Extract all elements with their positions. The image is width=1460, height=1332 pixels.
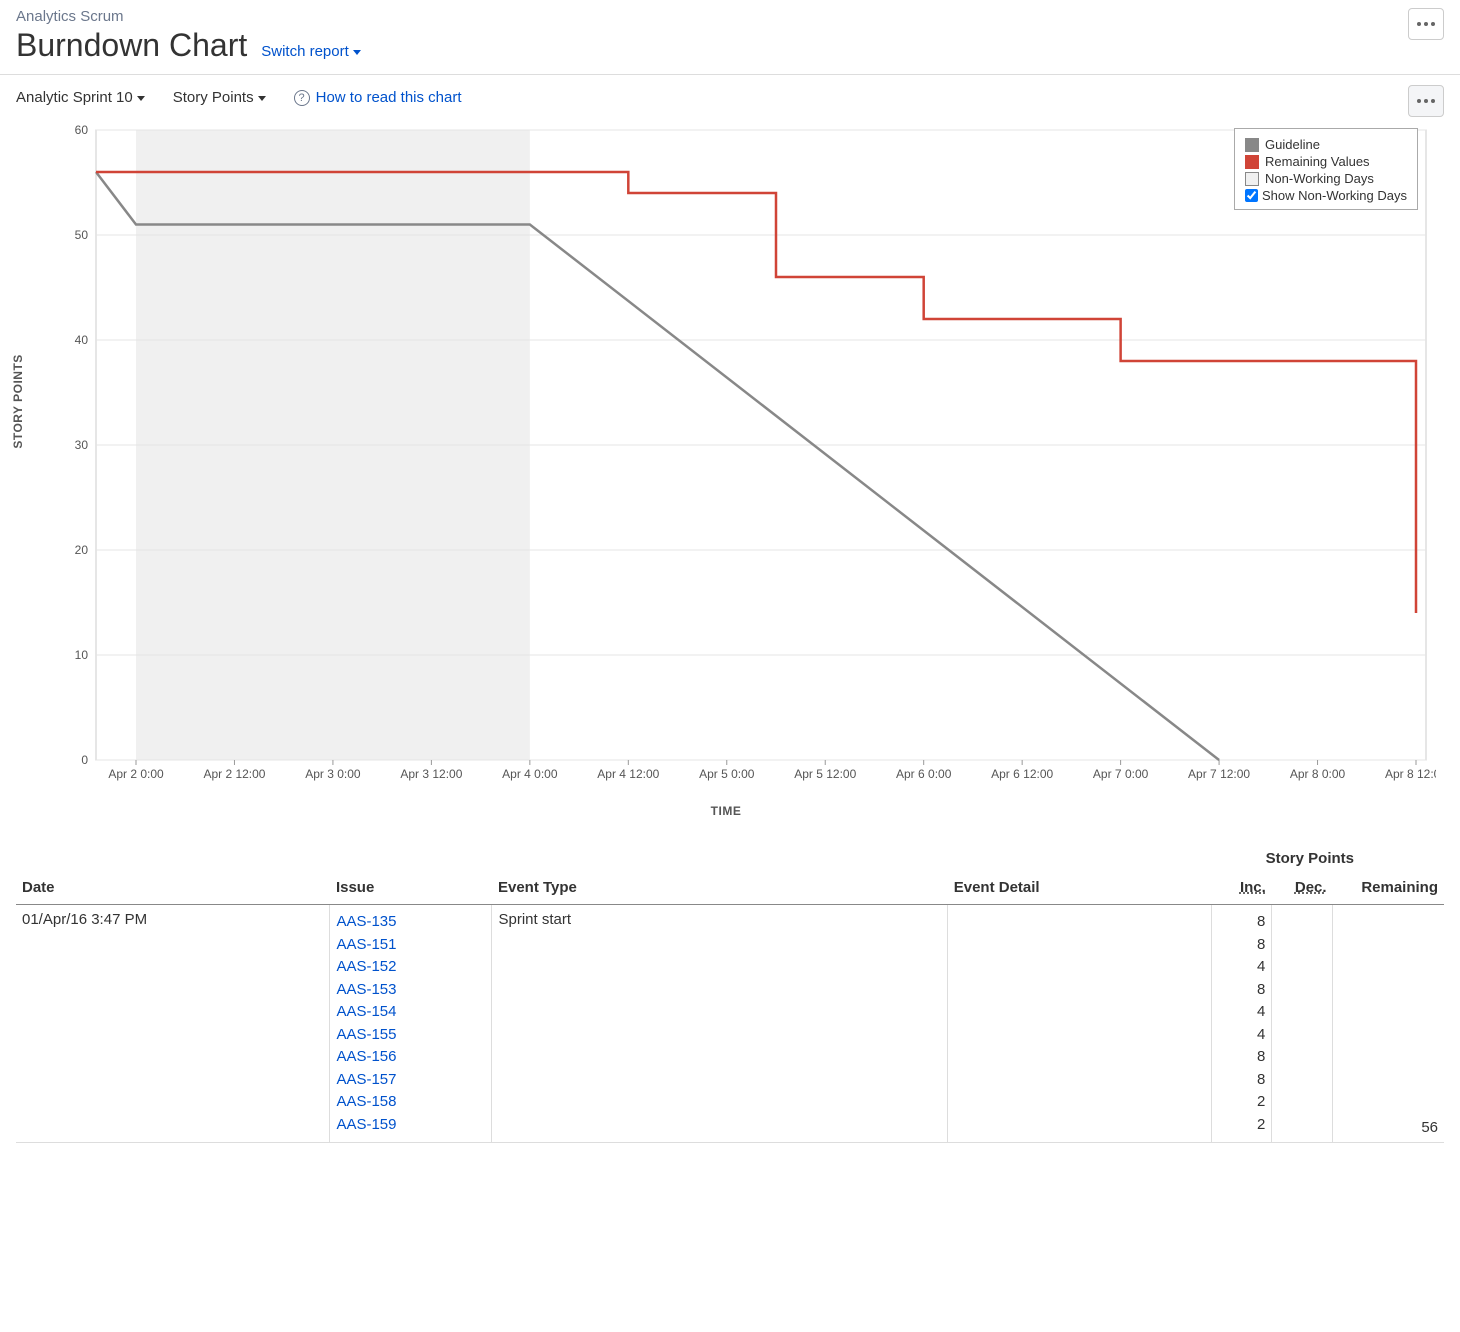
- cell-event-type: Sprint start: [492, 905, 948, 1143]
- issue-link[interactable]: AAS-135: [336, 911, 485, 934]
- cell-event-detail: [948, 905, 1211, 1143]
- legend-swatch-nonworking: [1245, 172, 1259, 186]
- svg-text:40: 40: [75, 333, 89, 347]
- show-nonworking-checkbox[interactable]: [1245, 189, 1258, 202]
- col-event-type: Event Type: [492, 871, 948, 905]
- help-icon: ?: [294, 90, 310, 106]
- project-label: Analytics Scrum: [16, 8, 1444, 25]
- issue-link[interactable]: AAS-155: [336, 1024, 485, 1047]
- more-icon: [1417, 22, 1421, 26]
- cell-inc: 8848448822: [1211, 905, 1272, 1143]
- cell-remaining: 56: [1333, 905, 1444, 1143]
- burndown-chart: STORY POINTS 0102030405060Apr 2 0:00Apr …: [16, 120, 1436, 820]
- table-row: 01/Apr/16 3:47 PMAAS-135AAS-151AAS-152AA…: [16, 905, 1444, 1143]
- toolbar-more-button[interactable]: [1408, 85, 1444, 117]
- more-icon: [1417, 99, 1421, 103]
- svg-text:Apr 8 0:00: Apr 8 0:00: [1290, 767, 1346, 781]
- svg-text:Apr 6 12:00: Apr 6 12:00: [991, 767, 1053, 781]
- svg-text:60: 60: [75, 123, 89, 137]
- chart-legend: Guideline Remaining Values Non-Working D…: [1234, 128, 1418, 210]
- svg-text:Apr 3 0:00: Apr 3 0:00: [305, 767, 361, 781]
- detail-table: Date Issue Event Type Event Detail Inc. …: [16, 871, 1444, 1143]
- story-points-group-header: Story Points: [16, 850, 1444, 867]
- sprint-selector[interactable]: Analytic Sprint 10: [16, 89, 145, 106]
- legend-swatch-remaining: [1245, 155, 1259, 169]
- issue-link[interactable]: AAS-157: [336, 1069, 485, 1092]
- help-link-label: How to read this chart: [316, 89, 462, 106]
- header-more-button[interactable]: [1408, 8, 1444, 40]
- y-axis-label: STORY POINTS: [11, 354, 25, 448]
- legend-nonworking-label: Non-Working Days: [1265, 171, 1374, 186]
- issue-link[interactable]: AAS-151: [336, 934, 485, 957]
- svg-text:Apr 2 0:00: Apr 2 0:00: [108, 767, 164, 781]
- svg-text:0: 0: [81, 753, 88, 767]
- col-inc: Inc.: [1211, 871, 1272, 905]
- help-link[interactable]: ? How to read this chart: [294, 89, 462, 106]
- col-event-detail: Event Detail: [948, 871, 1211, 905]
- issue-link[interactable]: AAS-158: [336, 1091, 485, 1114]
- issue-link[interactable]: AAS-156: [336, 1046, 485, 1069]
- svg-text:Apr 4 0:00: Apr 4 0:00: [502, 767, 558, 781]
- issue-link[interactable]: AAS-154: [336, 1001, 485, 1024]
- svg-text:Apr 6 0:00: Apr 6 0:00: [896, 767, 952, 781]
- svg-text:10: 10: [75, 648, 89, 662]
- estimation-selector[interactable]: Story Points: [173, 89, 266, 106]
- legend-swatch-guideline: [1245, 138, 1259, 152]
- col-issue: Issue: [330, 871, 492, 905]
- svg-text:20: 20: [75, 543, 89, 557]
- svg-text:Apr 4 12:00: Apr 4 12:00: [597, 767, 659, 781]
- svg-text:Apr 7 0:00: Apr 7 0:00: [1093, 767, 1149, 781]
- legend-remaining-label: Remaining Values: [1265, 154, 1370, 169]
- svg-text:30: 30: [75, 438, 89, 452]
- svg-text:Apr 5 12:00: Apr 5 12:00: [794, 767, 856, 781]
- legend-guideline-label: Guideline: [1265, 137, 1320, 152]
- col-date: Date: [16, 871, 330, 905]
- page-title: Burndown Chart: [16, 27, 247, 64]
- svg-text:Apr 3 12:00: Apr 3 12:00: [400, 767, 462, 781]
- issue-link[interactable]: AAS-159: [336, 1114, 485, 1137]
- issue-link[interactable]: AAS-152: [336, 956, 485, 979]
- col-remaining: Remaining: [1333, 871, 1444, 905]
- cell-date: 01/Apr/16 3:47 PM: [16, 905, 330, 1143]
- svg-text:Apr 2 12:00: Apr 2 12:00: [203, 767, 265, 781]
- svg-text:Apr 8 12:00: Apr 8 12:00: [1385, 767, 1436, 781]
- col-dec: Dec.: [1272, 871, 1333, 905]
- show-nonworking-label: Show Non-Working Days: [1262, 188, 1407, 203]
- cell-issues: AAS-135AAS-151AAS-152AAS-153AAS-154AAS-1…: [330, 905, 492, 1143]
- svg-text:Apr 7 12:00: Apr 7 12:00: [1188, 767, 1250, 781]
- cell-dec: [1272, 905, 1333, 1143]
- x-axis-label: TIME: [16, 804, 1436, 818]
- issue-link[interactable]: AAS-153: [336, 979, 485, 1002]
- svg-text:50: 50: [75, 228, 89, 242]
- switch-report-link[interactable]: Switch report: [261, 43, 361, 60]
- svg-text:Apr 5 0:00: Apr 5 0:00: [699, 767, 755, 781]
